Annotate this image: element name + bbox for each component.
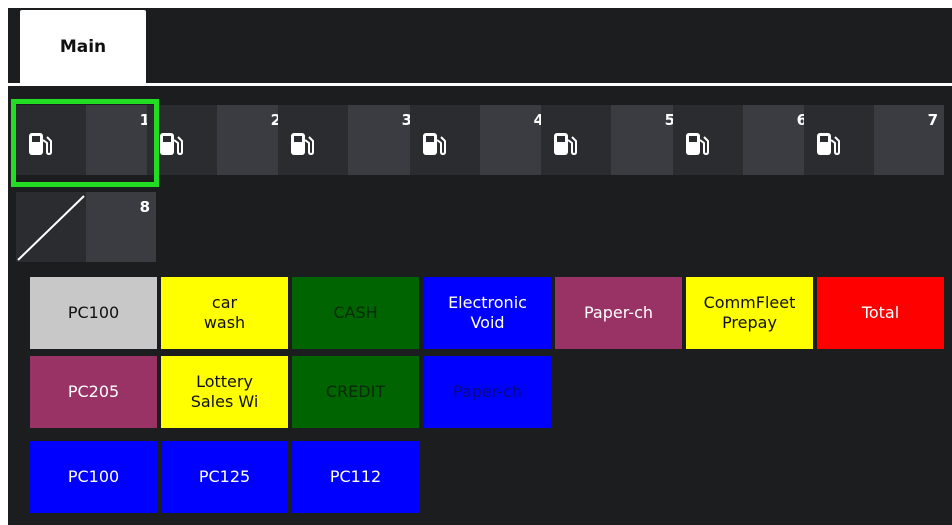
function-button-total[interactable]: Total [817,277,944,349]
fuel-pump-icon [291,133,314,156]
pump-5[interactable]: 5 [541,105,681,175]
function-button-paper-ch[interactable]: Paper-ch [424,356,551,428]
function-button-paper-ch[interactable]: Paper-ch [555,277,682,349]
pump-number: 7 [927,111,938,129]
pump-3[interactable]: 3 [278,105,418,175]
tab-underline [8,83,952,86]
disabled-slash-icon [17,195,85,261]
fuel-pump-icon [554,133,577,156]
pump-7[interactable]: 7 [804,105,944,175]
fuel-pump-icon [160,133,183,156]
function-button-commfleet-prepay[interactable]: CommFleet Prepay [686,277,813,349]
pump-6[interactable]: 6 [673,105,813,175]
pump-4[interactable]: 4 [410,105,550,175]
function-button-lottery-sales-wi[interactable]: Lottery Sales Wi [161,356,288,428]
function-button-credit[interactable]: CREDIT [292,356,419,428]
fuel-pump-icon [817,133,840,156]
pump-number: 8 [139,198,150,216]
function-button-electronic-void[interactable]: Electronic Void [424,277,551,349]
selected-pump-highlight [11,99,159,187]
function-button-cash[interactable]: CASH [292,277,419,349]
function-button-pc125[interactable]: PC125 [161,441,288,513]
function-button-pc205[interactable]: PC205 [30,356,157,428]
pump-2[interactable]: 2 [147,105,287,175]
tab-main[interactable]: Main [20,10,146,84]
function-button-pc100[interactable]: PC100 [30,277,157,349]
function-button-pc100[interactable]: PC100 [30,441,157,513]
fuel-pump-icon [686,133,709,156]
function-button-car-wash[interactable]: car wash [161,277,288,349]
function-button-pc112[interactable]: PC112 [292,441,419,513]
fuel-pump-icon [423,133,446,156]
pump-8[interactable]: 8 [16,192,156,262]
